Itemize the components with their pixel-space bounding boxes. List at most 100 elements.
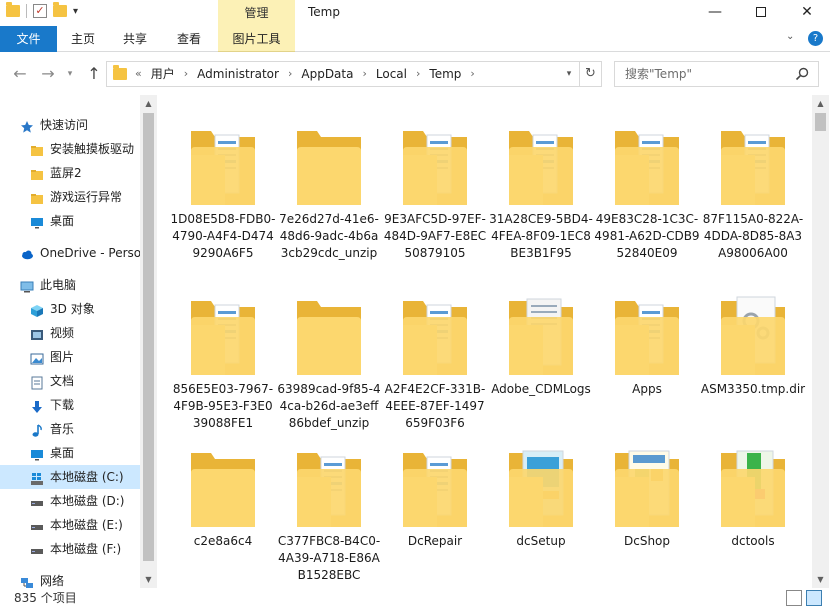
breadcrumb-administrator[interactable]: Administrator bbox=[197, 62, 279, 86]
drive-icon bbox=[30, 494, 44, 508]
content-scrollbar-thumb[interactable] bbox=[815, 113, 826, 131]
scroll-down-icon[interactable]: ▼ bbox=[812, 571, 829, 588]
tab-view[interactable]: 查看 bbox=[166, 26, 212, 52]
up-arrow-icon[interactable]: ↑ bbox=[84, 63, 104, 85]
folder-name: DcRepair bbox=[407, 534, 463, 548]
maximize-button[interactable] bbox=[738, 0, 784, 24]
search-input[interactable]: 搜索"Temp" bbox=[614, 61, 819, 87]
sidebar-item[interactable]: 桌面 bbox=[0, 209, 140, 233]
folder-item[interactable]: c2e8a6c4 bbox=[170, 429, 276, 579]
scroll-up-icon[interactable]: ▲ bbox=[140, 95, 157, 112]
context-tab-manage[interactable]: 管理 bbox=[218, 0, 295, 26]
sidebar-item-label: 3D 对象 bbox=[50, 302, 95, 316]
folder-item[interactable]: 31A28CE9-5BD4-4FEA-8F09-1EC8BE3B1F95 bbox=[488, 107, 594, 260]
sidebar-item[interactable]: 快速访问 bbox=[0, 113, 140, 137]
tab-home[interactable]: 主页 bbox=[60, 26, 106, 52]
tab-file[interactable]: 文件 bbox=[0, 26, 57, 52]
folder-item[interactable]: 87F115A0-822A-4DDA-8D85-8A3A98006A00 bbox=[700, 107, 806, 260]
folder-item[interactable]: 7e26d27d-41e6-48d6-9adc-4b6a3cb29cdc_unz… bbox=[276, 107, 382, 260]
folder-item[interactable]: 9E3AFC5D-97EF-484D-9AF7-E8EC50879105 bbox=[382, 107, 488, 260]
breadcrumb-temp[interactable]: Temp bbox=[429, 62, 461, 86]
folder-name: 49E83C28-1C3C-4981-A62D-CDB952840E09 bbox=[594, 212, 700, 260]
sidebar-item-label: 文档 bbox=[50, 374, 75, 388]
sidebar-item-label: 快速访问 bbox=[40, 118, 89, 132]
sidebar-item[interactable]: 游戏运行异常 bbox=[0, 185, 140, 209]
folder-item[interactable]: dctools bbox=[700, 429, 806, 579]
forward-arrow-icon[interactable]: → bbox=[38, 63, 58, 85]
recent-locations-dropdown-icon[interactable]: ▾ bbox=[64, 63, 76, 85]
address-bar[interactable]: « 用户 › Administrator › AppData › Local ›… bbox=[106, 61, 602, 87]
large-icons-view-icon[interactable] bbox=[806, 590, 822, 606]
close-button[interactable]: ✕ bbox=[784, 0, 830, 24]
minimize-button[interactable]: — bbox=[692, 0, 738, 24]
sidebar-item[interactable]: 网络 bbox=[0, 569, 140, 588]
folder-item[interactable]: C377FBC8-B4C0-4A39-A718-E86AB1528EBC bbox=[276, 429, 382, 582]
sidebar-scrollbar[interactable]: ▲ ▼ bbox=[140, 95, 157, 588]
sidebar-item-label: 本地磁盘 (D:) bbox=[50, 494, 125, 508]
folder-item[interactable]: DcRepair bbox=[382, 429, 488, 579]
scroll-up-icon[interactable]: ▲ bbox=[812, 95, 829, 112]
sidebar-item[interactable]: 3D 对象 bbox=[0, 297, 140, 321]
tab-share[interactable]: 共享 bbox=[112, 26, 158, 52]
folder-item[interactable]: ASM3350.tmp.dir bbox=[700, 277, 806, 427]
sidebar-item[interactable]: 此电脑 bbox=[0, 273, 140, 297]
folder-name: 31A28CE9-5BD4-4FEA-8F09-1EC8BE3B1F95 bbox=[489, 212, 593, 260]
customize-toolbar-dropdown-icon[interactable]: ▾ bbox=[73, 6, 78, 17]
folder-name: 7e26d27d-41e6-48d6-9adc-4b6a3cb29cdc_unz… bbox=[279, 212, 379, 260]
sidebar-item[interactable]: OneDrive - Perso bbox=[0, 241, 140, 265]
sidebar-item-label: 图片 bbox=[50, 350, 75, 364]
breadcrumb-users[interactable]: 用户 bbox=[151, 62, 175, 86]
folder-name: A2F4E2CF-331B-4EEE-87EF-1497659F03F6 bbox=[384, 382, 486, 430]
folder-item[interactable]: A2F4E2CF-331B-4EEE-87EF-1497659F03F6 bbox=[382, 277, 488, 430]
folder-item[interactable]: 856E5E03-7967-4F9B-95E3-F3E039088FE1 bbox=[170, 277, 276, 430]
folder-item[interactable]: DcShop bbox=[594, 429, 700, 579]
folder-item[interactable]: 49E83C28-1C3C-4981-A62D-CDB952840E09 bbox=[594, 107, 700, 260]
chevron-right-icon[interactable]: › bbox=[461, 62, 483, 86]
breadcrumb-local[interactable]: Local bbox=[376, 62, 407, 86]
sidebar-item[interactable]: 本地磁盘 (E:) bbox=[0, 513, 140, 537]
folder-item[interactable]: 1D08E5D8-FDB0-4790-A4F4-D4749290A6F5 bbox=[170, 107, 276, 260]
chevron-right-icon[interactable]: › bbox=[407, 62, 429, 86]
tab-picture-tools[interactable]: 图片工具 bbox=[218, 26, 295, 52]
details-view-icon[interactable] bbox=[786, 590, 802, 606]
sidebar-item[interactable]: 本地磁盘 (C:) bbox=[0, 465, 140, 489]
folder-item[interactable]: dcSetup bbox=[488, 429, 594, 579]
item-count: 835 个项目 bbox=[14, 591, 77, 605]
breadcrumb-overflow-icon[interactable]: « bbox=[135, 62, 151, 86]
sidebar-item[interactable]: 下载 bbox=[0, 393, 140, 417]
sidebar-item[interactable]: 本地磁盘 (D:) bbox=[0, 489, 140, 513]
content-scrollbar[interactable]: ▲ ▼ bbox=[812, 95, 829, 588]
folder-item[interactable]: 63989cad-9f85-44ca-b26d-ae3eff86bdef_unz… bbox=[276, 277, 382, 430]
chevron-right-icon[interactable]: › bbox=[353, 62, 375, 86]
sidebar-item[interactable]: 文档 bbox=[0, 369, 140, 393]
expand-ribbon-icon[interactable]: ⌄ bbox=[786, 31, 794, 42]
folder-icon bbox=[30, 142, 44, 156]
sidebar-item[interactable]: 桌面 bbox=[0, 441, 140, 465]
folder-icon[interactable] bbox=[6, 2, 20, 17]
folder-item[interactable]: Apps bbox=[594, 277, 700, 427]
chevron-right-icon[interactable]: › bbox=[175, 62, 197, 86]
sidebar-item-label: 此电脑 bbox=[40, 278, 77, 292]
folder-item[interactable]: Adobe_CDMLogs bbox=[488, 277, 594, 427]
scroll-down-icon[interactable]: ▼ bbox=[140, 571, 157, 588]
address-history-dropdown-icon[interactable]: ▾ bbox=[559, 62, 579, 86]
back-arrow-icon[interactable]: ← bbox=[10, 63, 30, 85]
sidebar-item[interactable]: 音乐 bbox=[0, 417, 140, 441]
help-icon[interactable]: ? bbox=[808, 31, 823, 46]
breadcrumb-appdata[interactable]: AppData bbox=[301, 62, 353, 86]
sidebar-item[interactable]: 蓝屏2 bbox=[0, 161, 140, 185]
sidebar-item[interactable]: 视频 bbox=[0, 321, 140, 345]
computer-icon bbox=[20, 278, 34, 293]
sidebar-scrollbar-thumb[interactable] bbox=[143, 113, 154, 561]
sidebar-item[interactable]: 本地磁盘 (F:) bbox=[0, 537, 140, 561]
sidebar-item[interactable]: 图片 bbox=[0, 345, 140, 369]
new-folder-icon[interactable] bbox=[53, 2, 67, 17]
chevron-right-icon[interactable]: › bbox=[279, 62, 301, 86]
folder-name: Adobe_CDMLogs bbox=[491, 382, 591, 396]
sidebar-item[interactable]: 安装触摸板驱动 bbox=[0, 137, 140, 161]
music-icon bbox=[30, 422, 44, 437]
search-icon[interactable] bbox=[795, 67, 809, 81]
properties-icon[interactable]: ✓ bbox=[33, 4, 47, 18]
sidebar-item-label: 蓝屏2 bbox=[50, 166, 82, 180]
refresh-icon[interactable]: ↻ bbox=[579, 62, 601, 86]
